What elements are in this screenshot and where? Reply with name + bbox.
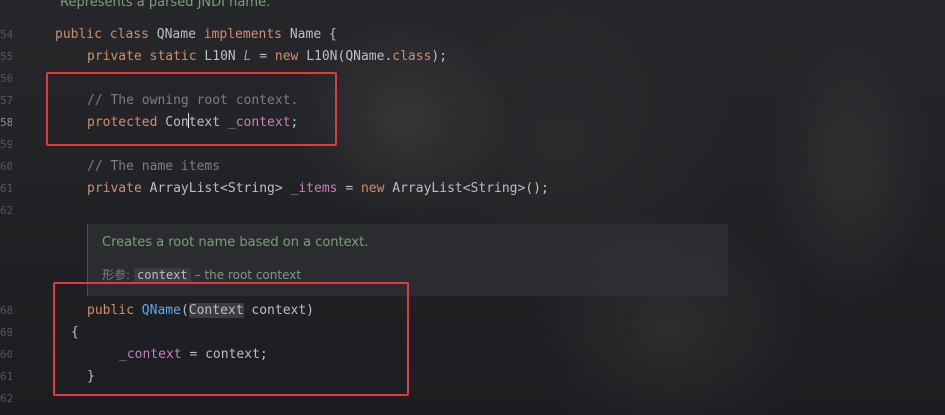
line-number: 62 [0, 392, 12, 405]
line-number: 68 [0, 304, 12, 317]
field-name: _items [290, 181, 338, 196]
type-name: ArrayList<String> [149, 181, 283, 196]
javadoc-description: Creates a root name based on a context. [102, 235, 369, 250]
code-line-class-decl[interactable]: public class QName implements Name { [55, 24, 337, 46]
javadoc-class-summary: Represents a parsed JNDI name. [60, 0, 271, 10]
operator: = [259, 49, 268, 64]
keyword: implements [203, 27, 283, 42]
keyword: new [274, 49, 299, 64]
line-number: 60 [0, 348, 12, 361]
interface-name: Name { [289, 27, 337, 42]
line-number: 54 [0, 28, 12, 41]
keyword: static [149, 49, 197, 64]
keyword: class [109, 27, 149, 42]
class-name: QName [156, 27, 196, 42]
keyword: class [392, 49, 432, 64]
keyword: public [55, 27, 102, 42]
code-line-comment-items[interactable]: // The name items [87, 156, 220, 178]
operator: = [345, 181, 354, 196]
code-line-l10n-field[interactable]: private static L10N L = new L10N(QName.c… [87, 46, 447, 68]
line-number: 55 [0, 50, 12, 63]
line-comment: // The name items [87, 159, 221, 174]
line-number: 56 [0, 72, 12, 85]
param-description: – the root context [194, 268, 302, 282]
highlight-box-constructor [53, 282, 409, 396]
line-number: 59 [0, 138, 12, 151]
param-name: context [134, 268, 191, 282]
line-number: 69 [0, 326, 12, 339]
keyword: private [87, 181, 142, 196]
line-number: 61 [0, 370, 12, 383]
line-number: 60 [0, 160, 12, 173]
line-number: 61 [0, 182, 12, 195]
punctuation: ); [431, 49, 448, 64]
line-number: 62 [0, 204, 12, 217]
javadoc-param: 形参: context – the root context [102, 266, 301, 283]
constructor-call: ArrayList<String>(); [392, 181, 549, 196]
keyword: new [360, 181, 385, 196]
line-number-gutter: 54 55 56 57 58 59 60 61 62 68 69 60 61 6… [0, 0, 40, 415]
line-number-current: 58 [0, 116, 12, 129]
line-number: 57 [0, 94, 12, 107]
param-label: 形参: [102, 268, 131, 282]
highlight-box-context-field [46, 72, 337, 146]
keyword: private [87, 49, 142, 64]
static-field: L [243, 49, 252, 64]
type-name: L10N [204, 49, 236, 64]
code-line-items-field[interactable]: private ArrayList<String> _items = new A… [87, 178, 549, 200]
constructor-call: L10N(QName. [306, 49, 393, 64]
